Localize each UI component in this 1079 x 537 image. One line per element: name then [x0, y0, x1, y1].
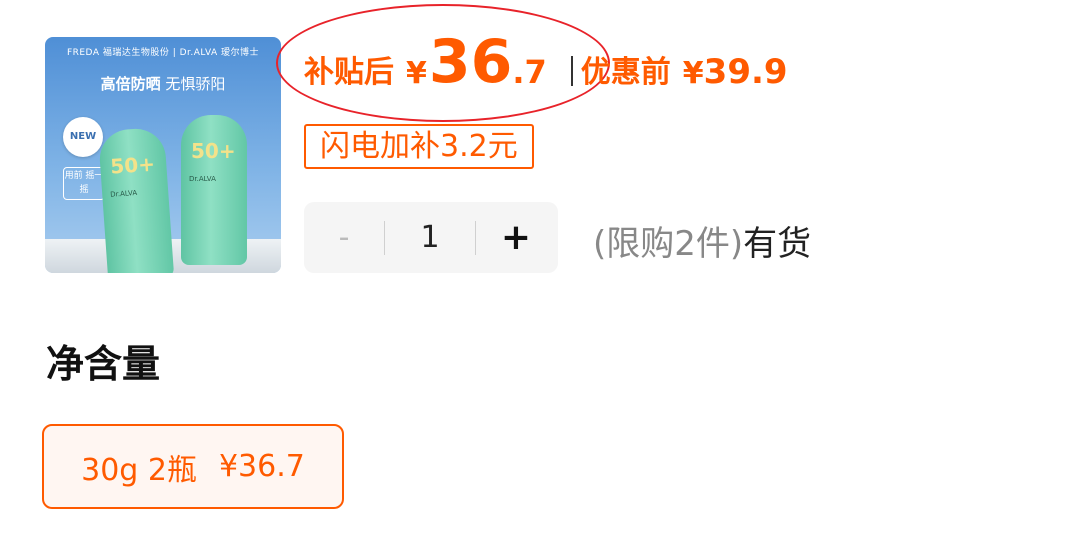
- original-price-label: 优惠前: [580, 55, 671, 90]
- increase-button[interactable]: +: [476, 217, 556, 258]
- subsidy-price-decimal: .7: [512, 53, 547, 91]
- price-row: 补贴后 ¥ 36 .7 优惠前 ¥ 39.9: [304, 20, 788, 100]
- subsidy-label: 补贴后: [304, 55, 394, 90]
- subsidy-price-integer: 36: [428, 27, 513, 97]
- sunscreen-bottle: 50+ Dr.ALVA: [97, 126, 175, 273]
- spec-option-price: ¥36.7: [218, 449, 305, 484]
- currency-symbol: ¥: [406, 56, 427, 91]
- product-tagline: 高倍防晒 无惧骄阳: [100, 75, 226, 93]
- spec-section-title: 净含量: [46, 342, 161, 386]
- new-badge: NEW: [63, 117, 103, 157]
- product-thumbnail[interactable]: FREDA 福瑞达生物股份 | Dr.ALVA 瑷尔博士 高倍防晒 无惧骄阳 N…: [45, 37, 281, 273]
- decrease-button[interactable]: -: [304, 220, 384, 255]
- brand-logo: FREDA 福瑞达生物股份 | Dr.ALVA 瑷尔博士: [66, 48, 260, 58]
- spec-option-label: 30g 2瓶: [81, 452, 197, 488]
- currency-symbol: ¥: [682, 56, 704, 91]
- original-price: 39.9: [703, 52, 788, 92]
- price-divider: [570, 56, 573, 86]
- quantity-value[interactable]: 1: [385, 220, 475, 255]
- sunscreen-bottle: 50+ Dr.ALVA: [181, 115, 247, 265]
- stock-status: 有货: [743, 224, 812, 264]
- quantity-stepper: - 1 +: [304, 202, 558, 273]
- flash-subsidy-tag: 闪电加补3.2元: [304, 124, 534, 169]
- purchase-limit: (限购2件): [593, 224, 744, 264]
- stock-info: (限购2件)有货: [593, 216, 811, 265]
- shake-badge: 用前 摇一摇: [63, 167, 105, 200]
- spec-option[interactable]: 30g 2瓶 ¥36.7: [42, 424, 344, 509]
